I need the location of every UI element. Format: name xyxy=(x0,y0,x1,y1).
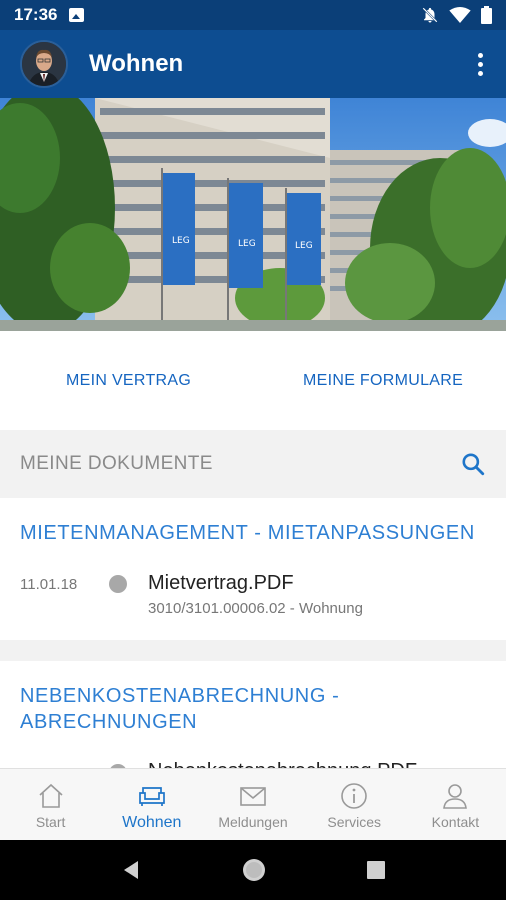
home-circle-icon[interactable] xyxy=(242,858,266,882)
quick-links: MEIN VERTRAG MEINE FORMULARE xyxy=(0,331,506,430)
search-icon[interactable] xyxy=(460,451,486,477)
image-notification-icon xyxy=(69,8,85,22)
documents-title: MEINE DOKUMENTE xyxy=(20,453,213,474)
nav-meldungen[interactable]: Meldungen xyxy=(202,769,303,840)
document-category: MIETENMANAGEMENT - MIETANPASSUNGEN xyxy=(20,522,475,544)
back-icon[interactable] xyxy=(120,859,142,881)
status-icons xyxy=(421,6,492,24)
status-bar: 17:36 xyxy=(0,0,506,30)
svg-text:LEG: LEG xyxy=(238,239,256,249)
nav-label: Wohnen xyxy=(122,814,182,831)
system-navigation-bar xyxy=(0,840,506,900)
nav-wohnen[interactable]: Wohnen xyxy=(101,769,202,840)
recents-icon[interactable] xyxy=(366,860,386,880)
document-section-card: MIETENMANAGEMENT - MIETANPASSUNGEN 11.01… xyxy=(0,498,506,640)
person-icon xyxy=(443,784,468,809)
avatar[interactable] xyxy=(20,40,68,88)
my-forms-link[interactable]: MEINE FORMULARE xyxy=(303,372,463,390)
document-filename: Mietvertrag.PDF xyxy=(148,572,294,594)
battery-icon xyxy=(481,6,492,24)
svg-text:LEG: LEG xyxy=(295,241,313,251)
unread-indicator-icon xyxy=(109,575,127,593)
nav-services[interactable]: Services xyxy=(304,769,405,840)
notifications-off-icon xyxy=(422,7,438,23)
sofa-icon xyxy=(138,787,165,806)
nav-label: Services xyxy=(327,814,382,830)
bottom-navigation: Start Wohnen Meldungen Services Kontakt xyxy=(0,768,506,840)
svg-text:LEG: LEG xyxy=(172,236,190,246)
app-bar: Wohnen xyxy=(0,30,506,98)
home-icon xyxy=(39,783,63,808)
wifi-icon xyxy=(449,7,471,23)
my-contract-link[interactable]: MEIN VERTRAG xyxy=(66,372,191,390)
hero-building-image: LEG LEG LEG xyxy=(0,98,506,331)
documents-header: MEINE DOKUMENTE xyxy=(0,430,506,498)
page-title: Wohnen xyxy=(89,50,184,77)
document-section-card: NEBENKOSTENABRECHNUNG - ABRECHNUNGEN Neb… xyxy=(0,661,506,769)
document-category: NEBENKOSTENABRECHNUNG - ABRECHNUNGEN xyxy=(20,685,340,733)
mail-icon xyxy=(240,787,266,806)
info-icon xyxy=(341,783,368,809)
nav-kontakt[interactable]: Kontakt xyxy=(405,769,506,840)
document-subtitle: 3010/3101.00006.02 - Wohnung xyxy=(148,600,363,617)
nav-label: Kontakt xyxy=(431,814,480,830)
nav-label: Start xyxy=(35,814,66,830)
nav-label: Meldungen xyxy=(218,814,288,830)
nav-start[interactable]: Start xyxy=(0,769,101,840)
document-date: 11.01.18 xyxy=(20,576,78,593)
status-time: 17:36 xyxy=(14,5,58,24)
overflow-menu-icon[interactable] xyxy=(470,49,490,79)
